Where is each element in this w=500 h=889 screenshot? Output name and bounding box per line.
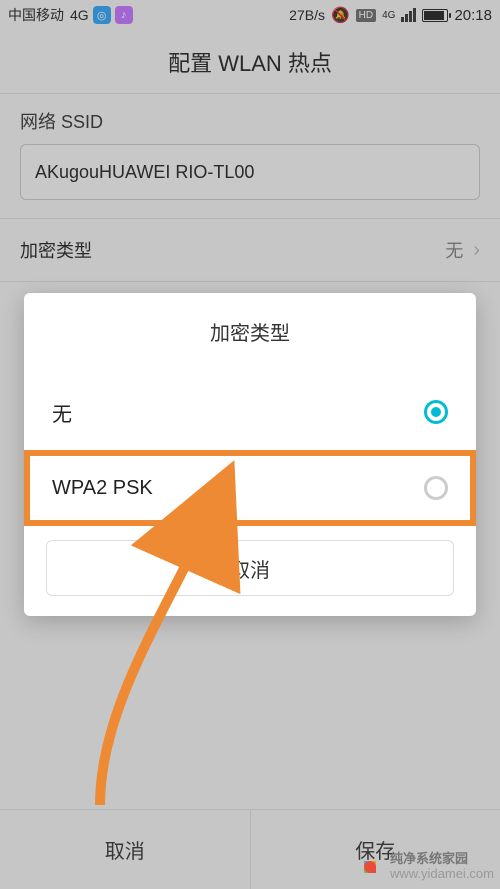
watermark-line1: 纯净系统家园 [390, 851, 468, 866]
screen: 中国移动 4G ◎ ♪ 27B/s 🔕 HD 4G 20:18 配置 WLAN … [0, 0, 500, 889]
option-none[interactable]: 无 [24, 374, 476, 450]
dialog-cancel-button[interactable]: 取消 [46, 540, 454, 596]
watermark: 纯净系统家园 www.yidamei.com [356, 852, 494, 881]
radio-unselected-icon [424, 476, 448, 500]
option-none-label: 无 [52, 398, 72, 427]
option-wpa2psk[interactable]: WPA2 PSK [24, 450, 476, 526]
dialog-actions: 取消 [24, 526, 476, 596]
watermark-logo-icon [356, 853, 384, 881]
radio-selected-icon [424, 400, 448, 424]
watermark-text: 纯净系统家园 www.yidamei.com [390, 852, 494, 881]
encryption-dialog: 加密类型 无 WPA2 PSK 取消 [24, 293, 476, 616]
option-wpa2psk-label: WPA2 PSK [52, 477, 153, 500]
watermark-line2: www.yidamei.com [390, 866, 494, 881]
dialog-title: 加密类型 [24, 293, 476, 374]
